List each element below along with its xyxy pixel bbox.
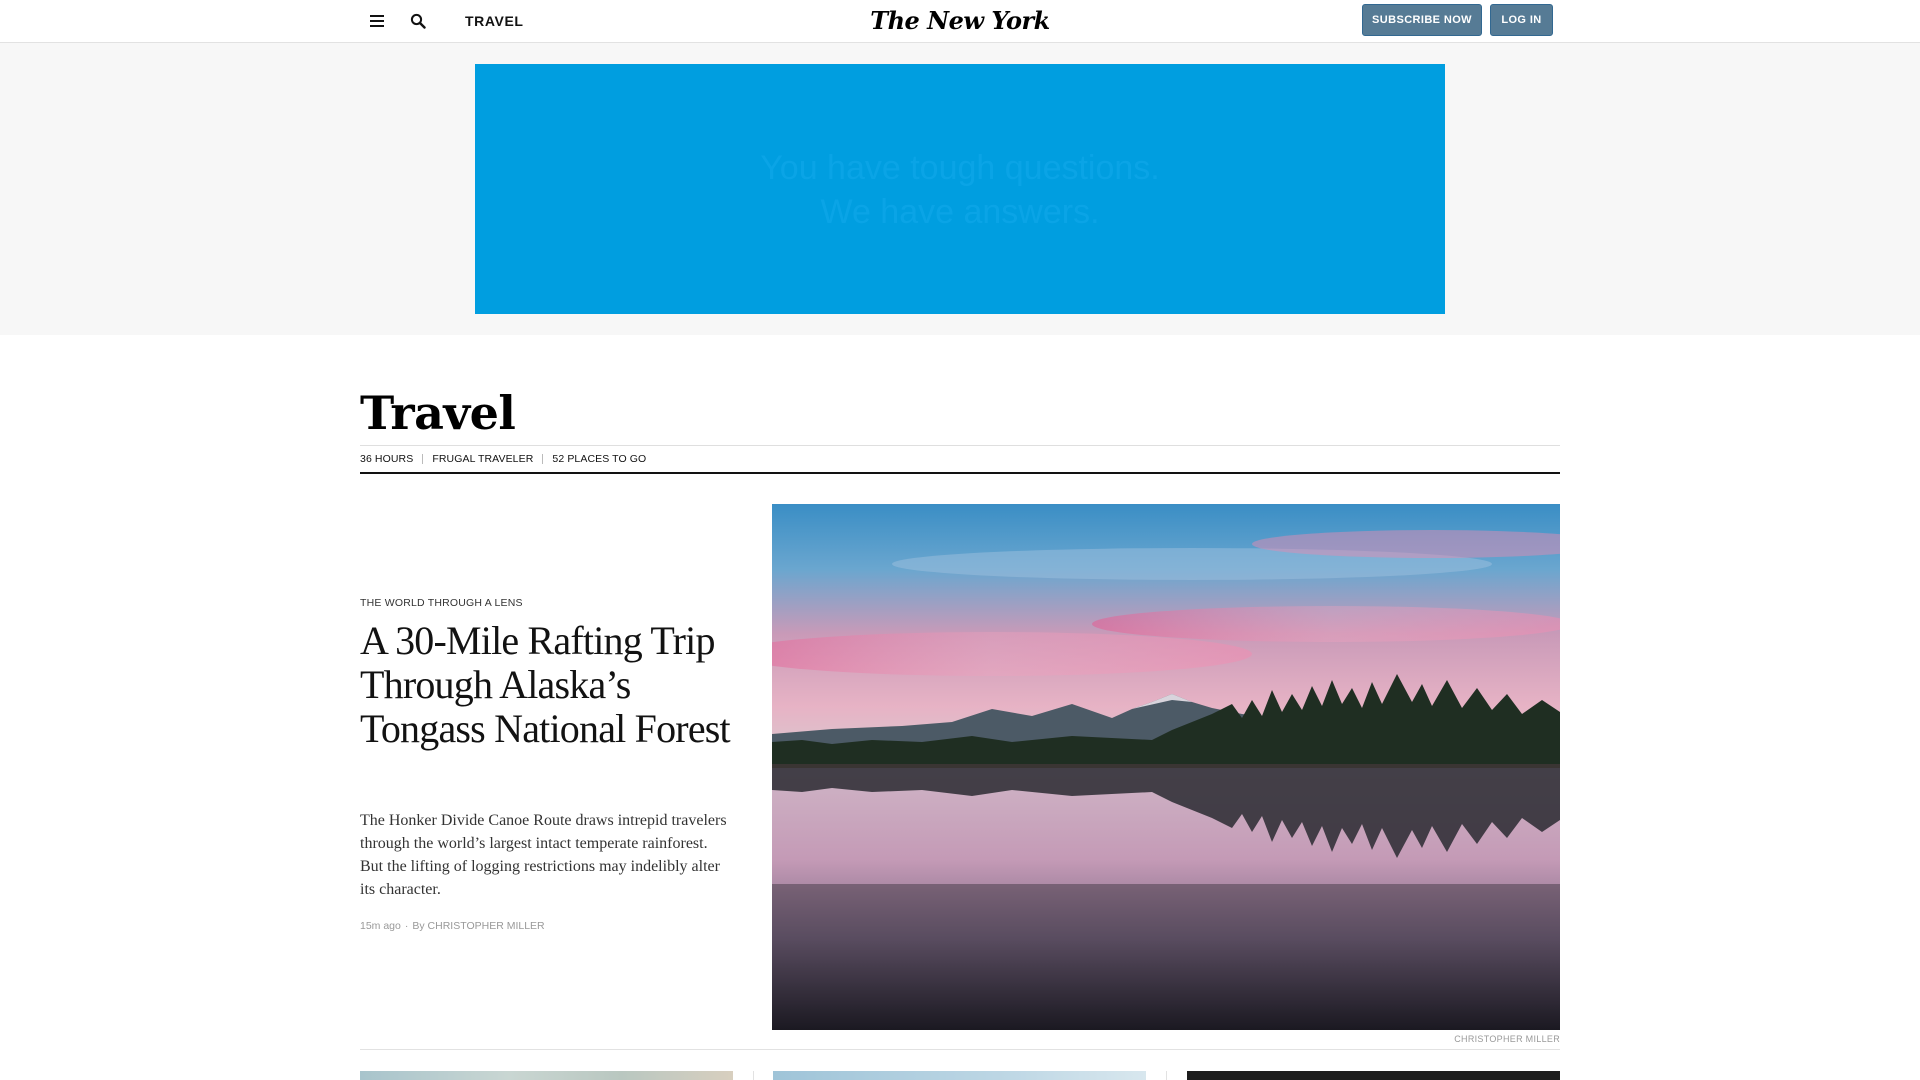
subnav-52-places[interactable]: 52 PLACES TO GO [552, 453, 646, 465]
story-meta: 15m ago · By CHRISTOPHER MILLER [360, 920, 545, 932]
story-card-image[interactable] [1187, 1071, 1560, 1080]
divider [542, 454, 544, 464]
story-card-image[interactable] [360, 1071, 733, 1080]
divider [360, 1049, 1560, 1050]
login-button[interactable]: LOG IN [1490, 4, 1553, 36]
ad-banner-region: You have tough questions. We have answer… [0, 43, 1920, 335]
menu-icon[interactable] [366, 10, 388, 32]
lead-story-image[interactable] [772, 504, 1560, 1030]
story-card-image[interactable] [773, 1071, 1146, 1080]
subnav-frugal-traveler[interactable]: FRUGAL TRAVELER [432, 453, 533, 465]
story-kicker[interactable]: THE WORLD THROUGH A LENS [360, 597, 523, 609]
meta-separator: · [404, 920, 409, 932]
ad-text: You have tough questions. We have answer… [475, 146, 1445, 234]
section-title[interactable]: Travel [360, 385, 516, 441]
masthead: TRAVEL The New York Times SUBSCRIBE NOW … [0, 0, 1920, 71]
subnav-36-hours[interactable]: 36 HOURS [360, 453, 413, 465]
nyt-logo[interactable]: The New York Times [855, 3, 1065, 71]
story-headline[interactable]: A 30-Mile Rafting Trip Through Alaska’s … [360, 619, 740, 751]
column-divider [753, 1071, 754, 1080]
divider [422, 454, 424, 464]
divider [360, 445, 1560, 446]
image-credit: CHRISTOPHER MILLER [1454, 1034, 1560, 1044]
column-divider [1166, 1071, 1167, 1080]
ad-line-1: You have tough questions. [760, 149, 1160, 187]
ad-banner[interactable]: You have tough questions. We have answer… [475, 64, 1445, 314]
section-subnav: 36 HOURS FRUGAL TRAVELER 52 PLACES TO GO [360, 452, 646, 466]
section-link-travel[interactable]: TRAVEL [465, 13, 524, 29]
story-summary: The Honker Divide Canoe Route draws intr… [360, 812, 727, 898]
lake-sunset-photo [772, 504, 1560, 1030]
subscribe-button[interactable]: SUBSCRIBE NOW [1362, 4, 1482, 36]
story-timestamp: 15m ago [360, 920, 401, 932]
story-byline: By CHRISTOPHER MILLER [412, 920, 545, 932]
divider [360, 472, 1560, 474]
ad-line-2: We have answers. [820, 193, 1100, 231]
search-icon[interactable] [407, 10, 429, 32]
